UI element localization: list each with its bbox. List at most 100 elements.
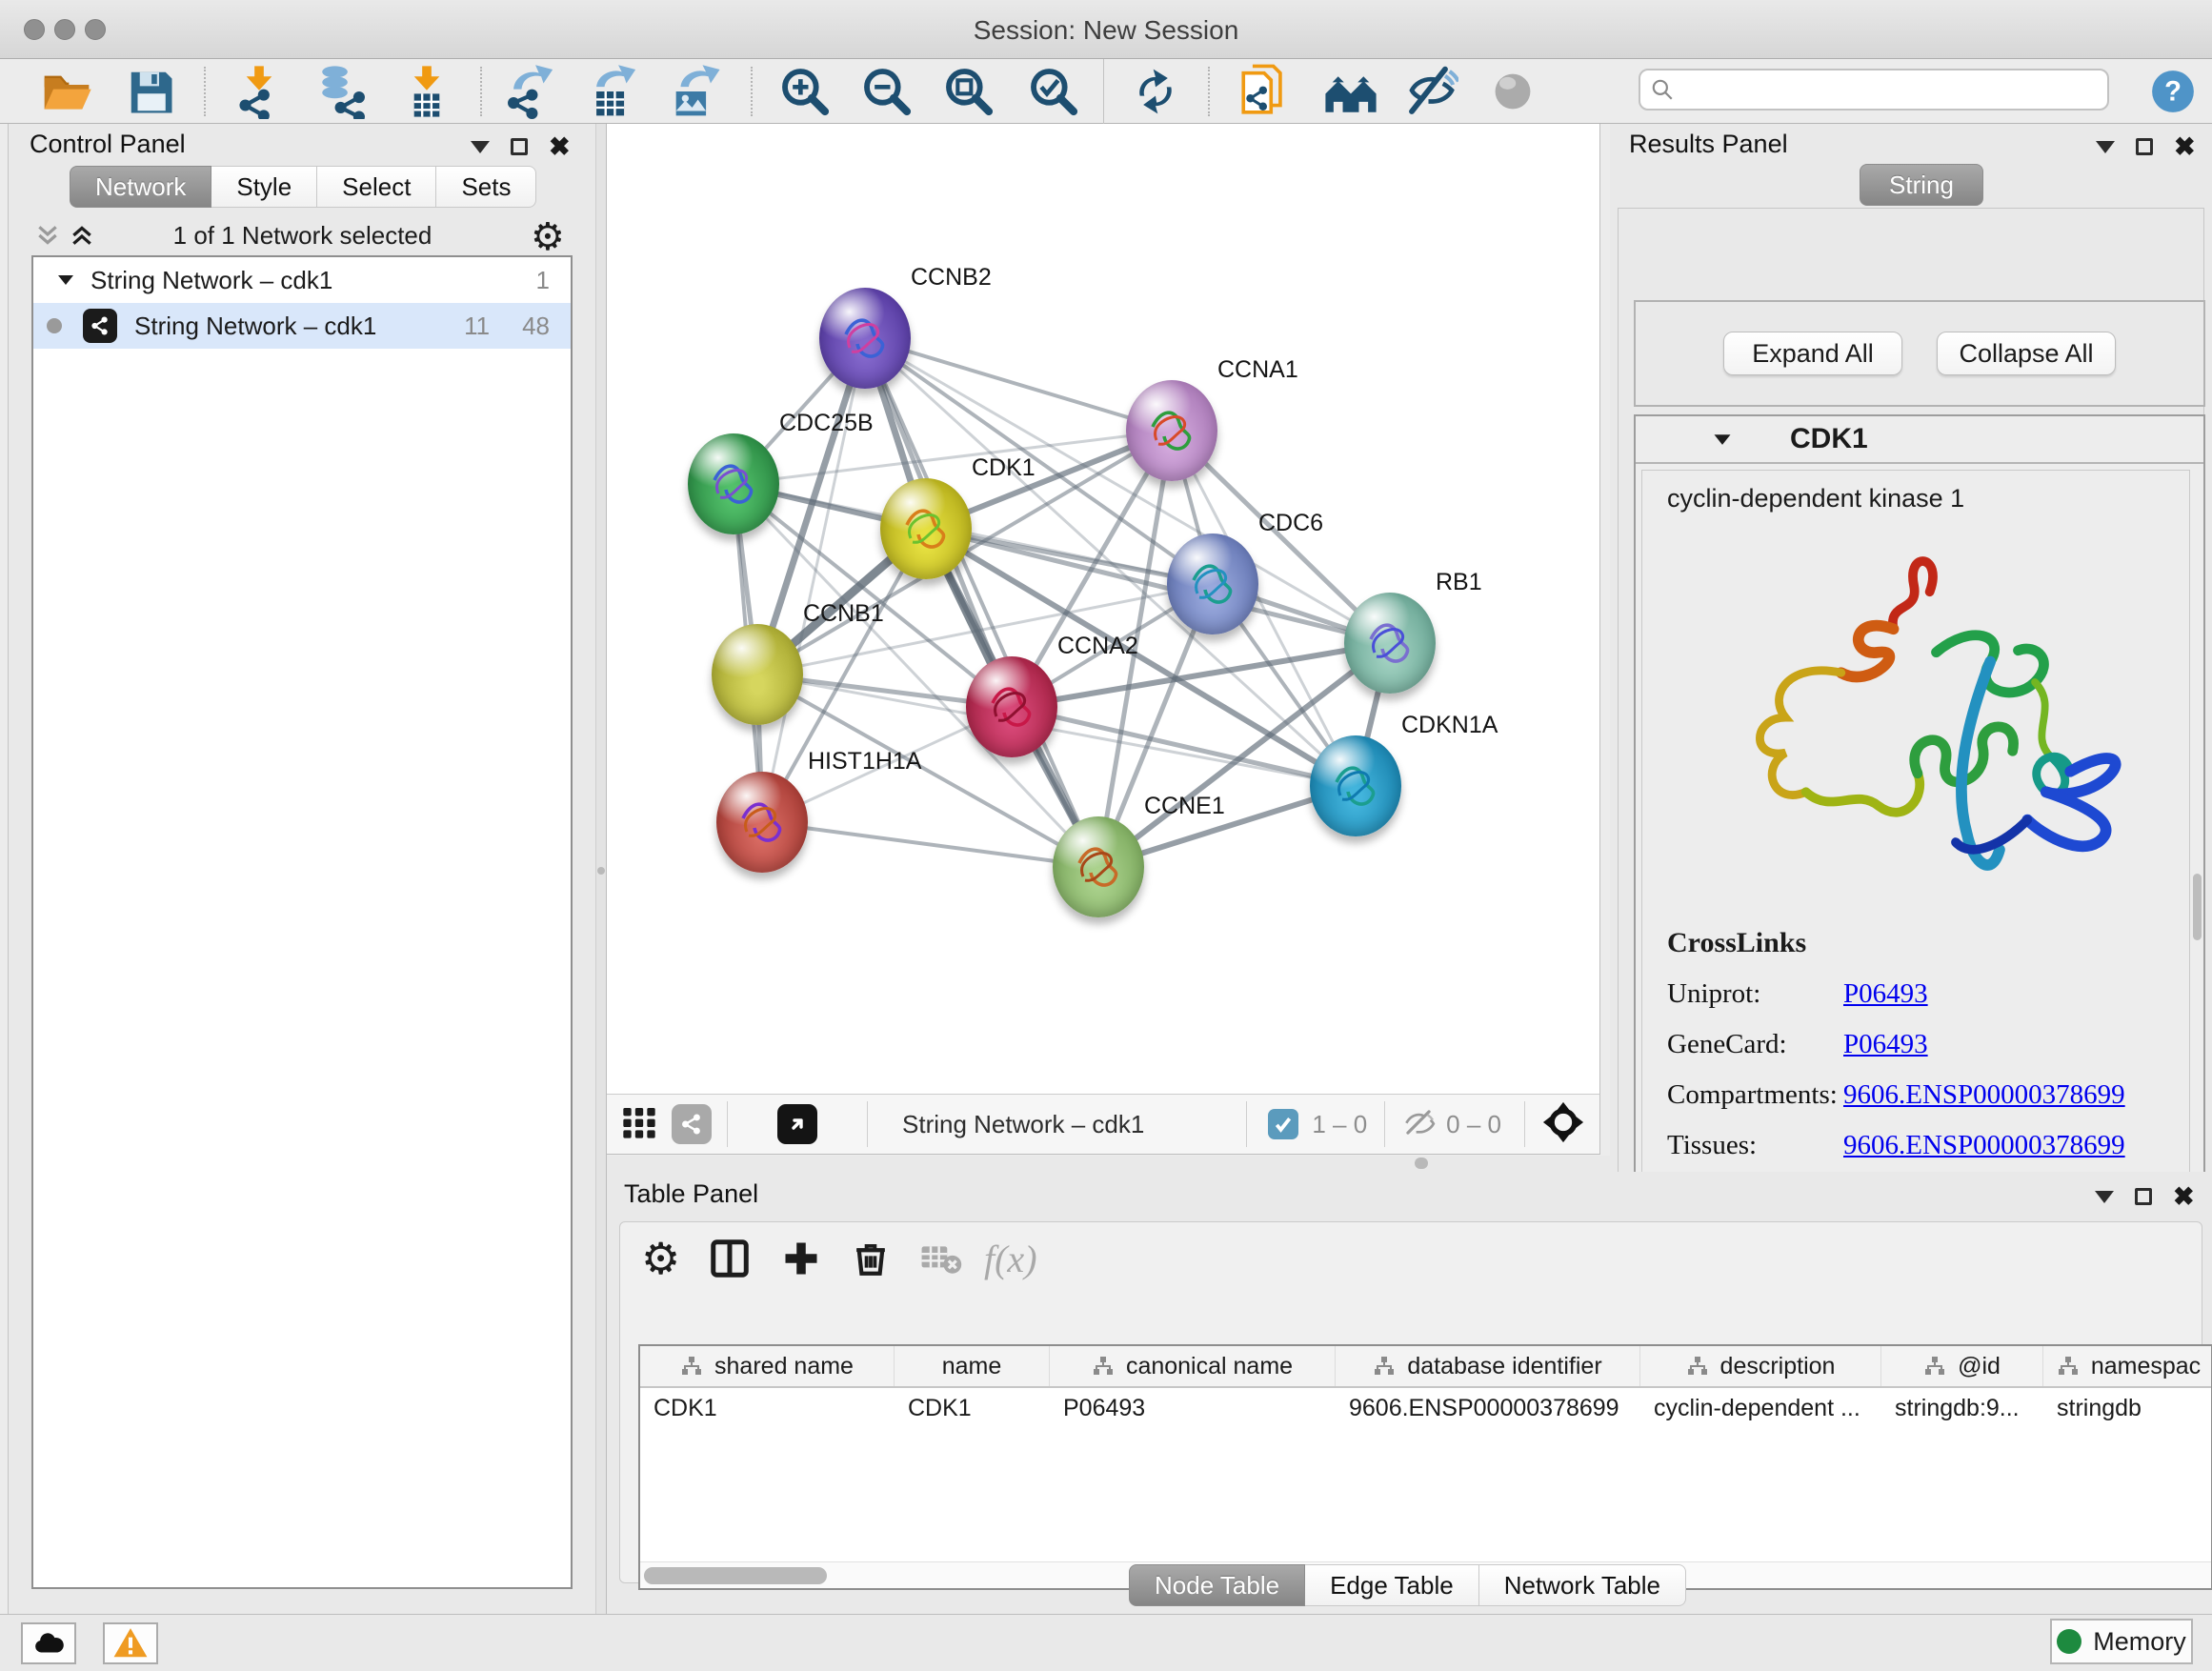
zoom-fit-button[interactable] [938, 61, 999, 122]
network-row-selected[interactable]: String Network – cdk1 11 48 [33, 303, 571, 349]
export-table-button[interactable] [582, 61, 643, 122]
network-edge[interactable] [1012, 707, 1356, 786]
table-hscrollbar-thumb[interactable] [644, 1567, 827, 1584]
tab-network-table[interactable]: Network Table [1479, 1564, 1686, 1606]
hide-selected-button[interactable] [1401, 61, 1462, 122]
panel-float-icon[interactable] [511, 138, 528, 155]
help-button[interactable]: ? [2142, 61, 2203, 122]
panel-float-icon[interactable] [2135, 1188, 2152, 1205]
network-node-ccnb1[interactable] [712, 624, 803, 725]
network-node-hist1h1a[interactable] [716, 772, 808, 873]
selected-checkbox-icon[interactable] [1268, 1109, 1298, 1139]
table-cell[interactable]: stringdb [2043, 1388, 2212, 1428]
network-node-ccne1[interactable] [1053, 816, 1144, 917]
network-node-cdkn1a[interactable] [1310, 735, 1401, 836]
table-cell[interactable]: 9606.ENSP00000378699 [1336, 1388, 1640, 1428]
gene-section-header[interactable]: CDK1 [1636, 416, 2203, 464]
table-settings-gear-icon[interactable]: ⚙ [641, 1236, 680, 1281]
network-node-cdc6[interactable] [1167, 534, 1258, 634]
network-options-gear-icon[interactable]: ⚙ [531, 215, 565, 259]
birds-eye-view-icon[interactable] [620, 1103, 658, 1146]
column-header-name[interactable]: name [895, 1346, 1050, 1386]
table-cell[interactable]: P06493 [1050, 1388, 1336, 1428]
column-header-label: database identifier [1407, 1353, 1601, 1380]
memory-button[interactable]: Memory [2050, 1619, 2193, 1664]
tab-node-table[interactable]: Node Table [1129, 1564, 1305, 1606]
vertical-splitter[interactable] [595, 124, 607, 1614]
panel-menu-icon[interactable] [2096, 141, 2115, 153]
network-node-ccna1[interactable] [1126, 380, 1217, 481]
export-network-button[interactable] [499, 61, 560, 122]
panel-close-icon[interactable]: ✖ [549, 134, 571, 160]
column-header-description[interactable]: description [1640, 1346, 1881, 1386]
apply-layout-button[interactable] [1125, 61, 1186, 122]
protein-thumbnail [734, 794, 791, 851]
column-header-database-identifier[interactable]: database identifier [1336, 1346, 1640, 1386]
open-session-button[interactable] [36, 61, 97, 122]
column-header--id[interactable]: @id [1881, 1346, 2043, 1386]
expand-all-button[interactable]: Expand All [1723, 332, 1902, 375]
section-collapse-icon[interactable] [1712, 432, 1733, 448]
table-cell[interactable]: CDK1 [895, 1388, 1050, 1428]
panel-close-icon[interactable]: ✖ [2173, 1184, 2195, 1210]
add-column-icon[interactable] [780, 1236, 822, 1281]
column-header-shared-name[interactable]: shared name [640, 1346, 895, 1386]
detach-view-icon[interactable] [777, 1104, 817, 1144]
control-panel: Control Panel ✖ NetworkStyleSelectSets 1… [8, 124, 595, 1614]
pan-crosshair-icon[interactable] [1542, 1101, 1584, 1148]
import-table-button[interactable] [396, 61, 457, 122]
show-all-button[interactable] [1482, 61, 1543, 122]
network-edge[interactable] [762, 822, 1098, 867]
zoom-selected-button[interactable] [1023, 61, 1084, 122]
table-cell[interactable]: stringdb:9... [1881, 1388, 2043, 1428]
node-label: CDK1 [972, 454, 1036, 482]
network-node-rb1[interactable] [1344, 593, 1436, 694]
network-canvas[interactable]: CCNB2CCNA1CDC25BCDK1CDC6RB1CCNB1CCNA2CDK… [607, 124, 1600, 1094]
network-node-ccna2[interactable] [966, 656, 1057, 757]
tab-sets[interactable]: Sets [436, 166, 536, 208]
table-cell[interactable]: CDK1 [640, 1388, 895, 1428]
tab-string[interactable]: String [1860, 164, 1983, 206]
import-network-database-button[interactable] [312, 61, 373, 122]
crosslink-link[interactable]: P06493 [1843, 1029, 1928, 1060]
import-network-file-button[interactable] [229, 61, 290, 122]
tab-select[interactable]: Select [317, 166, 436, 208]
panel-menu-icon[interactable] [2095, 1191, 2114, 1203]
network-overview-share-icon[interactable] [672, 1104, 712, 1144]
network-node-cdc25b[interactable] [688, 433, 779, 534]
status-bar: Memory [0, 1614, 2212, 1671]
results-scrollbar-thumb[interactable] [2193, 874, 2202, 940]
tab-network[interactable]: Network [70, 166, 211, 208]
panel-float-icon[interactable] [2136, 138, 2153, 155]
warnings-button[interactable] [103, 1622, 158, 1664]
export-image-button[interactable] [664, 61, 725, 122]
network-node-ccnb2[interactable] [819, 288, 911, 389]
tab-style[interactable]: Style [211, 166, 317, 208]
network-edge[interactable] [865, 338, 1098, 867]
crosslink-link[interactable]: 9606.ENSP00000378699 [1843, 1130, 2125, 1161]
column-header-canonical-name[interactable]: canonical name [1050, 1346, 1336, 1386]
zoom-in-button[interactable] [774, 61, 835, 122]
first-neighbors-button[interactable] [1320, 61, 1381, 122]
save-session-button[interactable] [120, 61, 181, 122]
panel-close-icon[interactable]: ✖ [2174, 134, 2196, 160]
table-row[interactable]: CDK1CDK1P064939606.ENSP00000378699cyclin… [640, 1388, 2211, 1428]
show-columns-icon[interactable] [708, 1236, 752, 1281]
column-header-namespac[interactable]: namespac [2043, 1346, 2212, 1386]
search-input[interactable] [1675, 76, 2084, 103]
table-cell[interactable]: cyclin-dependent ... [1640, 1388, 1881, 1428]
network-node-cdk1[interactable] [880, 478, 972, 579]
zoom-out-button[interactable] [856, 61, 917, 122]
tab-edge-table[interactable]: Edge Table [1305, 1564, 1479, 1606]
network-edge[interactable] [865, 338, 1172, 431]
delete-column-trash-icon[interactable] [851, 1236, 891, 1281]
cloud-button[interactable] [21, 1622, 76, 1664]
toolbar-separator [751, 67, 753, 116]
tree-expand-icon[interactable] [56, 272, 75, 288]
network-collection-row[interactable]: String Network – cdk1 1 [33, 257, 571, 303]
panel-menu-icon[interactable] [471, 141, 490, 153]
collapse-all-button[interactable]: Collapse All [1937, 332, 2116, 375]
crosslink-link[interactable]: P06493 [1843, 978, 1928, 1010]
crosslink-link[interactable]: 9606.ENSP00000378699 [1843, 1079, 2125, 1111]
new-network-from-selection-button[interactable] [1234, 61, 1295, 122]
